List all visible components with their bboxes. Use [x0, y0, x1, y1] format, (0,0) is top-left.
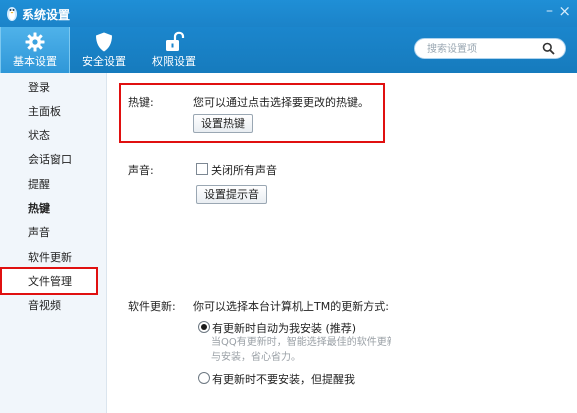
- tab-basic-settings[interactable]: 基本设置: [0, 27, 70, 73]
- notify-only-label[interactable]: 有更新时不要安装，但提醒我: [212, 371, 355, 387]
- sidebar-item-file-management[interactable]: 文件管理: [28, 271, 72, 293]
- hotkey-section-highlight: [119, 83, 385, 143]
- sidebar-item-software-update[interactable]: 软件更新: [28, 247, 72, 269]
- close-button[interactable]: ×: [558, 2, 571, 20]
- mute-all-checkbox[interactable]: [196, 163, 208, 175]
- mute-all-label[interactable]: 关闭所有声音: [211, 162, 277, 178]
- window-title: 系统设置: [22, 8, 71, 22]
- update-description: 你可以选择本台计算机上TM的更新方式:: [193, 300, 389, 313]
- update-label: 软件更新:: [128, 300, 176, 313]
- penguin-logo-icon: [7, 7, 17, 21]
- tab-security-settings[interactable]: 安全设置: [72, 27, 136, 73]
- search-box[interactable]: [414, 38, 566, 59]
- set-hotkey-button[interactable]: 设置热键: [193, 114, 253, 133]
- hotkey-description: 您可以通过点击选择要更改的热键。: [193, 96, 369, 109]
- auto-install-radio[interactable]: [198, 321, 210, 333]
- hotkey-label: 热键:: [128, 96, 154, 109]
- search-input[interactable]: [425, 41, 539, 58]
- sidebar-item-audio-video[interactable]: 音视频: [28, 295, 61, 317]
- shield-icon: [96, 32, 112, 52]
- sidebar-item-chat-window[interactable]: 会话窗口: [28, 149, 72, 171]
- title-bar: 系统设置 – ×: [0, 0, 577, 27]
- sidebar-item-status[interactable]: 状态: [28, 125, 50, 147]
- sidebar-item-login[interactable]: 登录: [28, 77, 50, 99]
- sidebar-item-hotkey[interactable]: 热键: [28, 198, 50, 220]
- gear-icon: [25, 32, 45, 52]
- search-icon[interactable]: [542, 42, 555, 55]
- unlock-icon: [166, 31, 185, 51]
- sound-label: 声音:: [128, 164, 154, 177]
- sidebar-item-sound[interactable]: 声音: [28, 222, 50, 244]
- auto-install-desc-line2: 与安装，省心省力。: [211, 352, 301, 363]
- tab-label: 基本设置: [13, 55, 57, 68]
- tab-permission-settings[interactable]: 权限设置: [142, 27, 206, 73]
- sidebar-item-reminder[interactable]: 提醒: [28, 174, 50, 196]
- sidebar-item-main-panel[interactable]: 主面板: [28, 101, 61, 123]
- auto-install-desc-line1: 当QQ有更新时，智能选择最佳的软件更新方案: [211, 337, 391, 348]
- tab-label: 安全设置: [82, 55, 126, 68]
- minimize-button[interactable]: –: [546, 3, 553, 19]
- tab-label: 权限设置: [152, 55, 196, 68]
- auto-install-label[interactable]: 有更新时自动为我安装 (推荐): [212, 320, 356, 336]
- sidebar: 登录 主面板 状态 会话窗口 提醒 热键 声音 软件更新 文件管理 音视频: [0, 73, 107, 413]
- notify-only-radio[interactable]: [198, 372, 210, 384]
- set-notification-sound-button[interactable]: 设置提示音: [196, 185, 267, 204]
